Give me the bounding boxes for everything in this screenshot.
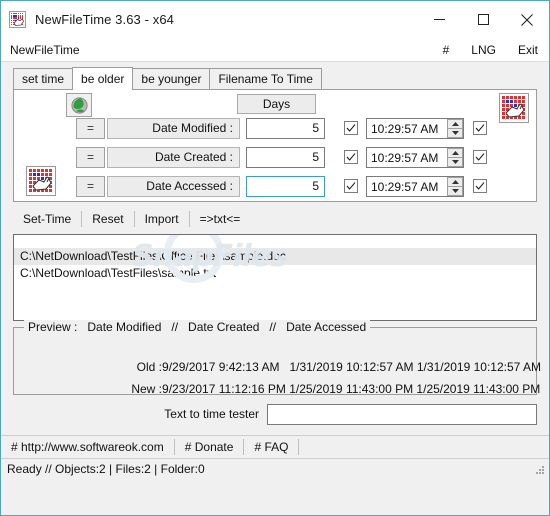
preview-new-row: New :9/23/2017 11:12:16 PM 1/25/2019 11:… [14, 368, 540, 410]
close-button[interactable] [505, 1, 549, 38]
menu-item-hash[interactable]: # [432, 38, 461, 62]
action-bar: Set-Time Reset Import =>txt<= [13, 207, 537, 231]
time-value-date-modified: 10:29:57 AM [371, 121, 439, 136]
tab-set-time[interactable]: set time [13, 68, 74, 89]
tab-be-older[interactable]: be older [72, 67, 134, 90]
days-input-date-created[interactable]: 5 [246, 147, 325, 168]
spinner-down-icon[interactable] [447, 157, 463, 167]
row-date-created: = Date Created : 5 10:29:57 AM [14, 147, 536, 169]
minimize-button[interactable] [417, 1, 461, 38]
row-date-accessed: = Date Accessed : 5 10:29:57 AM [14, 176, 536, 198]
menu-item-lng[interactable]: LNG [460, 38, 507, 62]
export-txt-button[interactable]: =>txt<= [190, 208, 251, 230]
time-spinner-date-accessed[interactable] [447, 177, 463, 196]
spinner-down-icon[interactable] [447, 128, 463, 138]
label-date-created: Date Created : [107, 147, 240, 168]
preview-new-values: 9/23/2017 11:12:16 PM 1/25/2019 11:43:00… [162, 382, 541, 396]
spinner-up-icon[interactable] [447, 177, 463, 186]
app-icon [9, 11, 26, 28]
spinner-down-icon[interactable] [447, 186, 463, 196]
preview-group: Preview : Date Modified // Date Created … [13, 320, 541, 396]
window-controls [417, 1, 549, 38]
tab-filename-to-time[interactable]: Filename To Time [209, 68, 322, 89]
time-checkbox-date-modified[interactable] [473, 121, 487, 135]
website-link[interactable]: # http://www.softwareok.com [1, 437, 174, 458]
divider [298, 439, 300, 455]
file-list[interactable]: SnapFiles C:\NetDownload\TestFiles\Offic… [13, 234, 537, 321]
spinner-up-icon[interactable] [447, 119, 463, 128]
window-title: NewFileTime 3.63 - x64 [35, 12, 174, 27]
label-date-modified: Date Modified : [107, 118, 240, 139]
time-checkbox-date-accessed[interactable] [473, 179, 487, 193]
reset-button[interactable]: Reset [82, 208, 133, 230]
list-item[interactable]: C:\NetDownload\TestFiles\sample.txt [14, 265, 536, 282]
time-value-date-created: 10:29:57 AM [371, 150, 439, 165]
days-input-date-modified[interactable]: 5 [246, 118, 325, 139]
set-time-button[interactable]: Set-Time [13, 208, 81, 230]
days-input-date-accessed[interactable]: 5 [246, 176, 325, 197]
tab-be-younger[interactable]: be younger [132, 68, 211, 89]
be-older-panel: Days = Date Modified : 5 10:29:57 AM = D… [13, 89, 537, 202]
maximize-button[interactable] [461, 1, 505, 38]
days-checkbox-date-accessed[interactable] [344, 179, 358, 193]
time-input-date-accessed[interactable]: 10:29:57 AM [366, 176, 464, 197]
label-date-accessed: Date Accessed : [107, 176, 240, 197]
time-input-date-created[interactable]: 10:29:57 AM [366, 147, 464, 168]
preview-new-label: New : [131, 382, 163, 396]
globe-icon[interactable] [66, 93, 92, 117]
resize-grip-icon[interactable] [534, 464, 546, 476]
import-button[interactable]: Import [135, 208, 189, 230]
time-spinner-date-modified[interactable] [447, 119, 463, 138]
row-date-modified: = Date Modified : 5 10:29:57 AM [14, 118, 536, 140]
menu-item-exit[interactable]: Exit [507, 38, 549, 62]
days-column-header: Days [237, 94, 316, 114]
menu-bar: NewFileTime # LNG Exit [1, 38, 549, 62]
menu-right-group: # LNG Exit [432, 38, 549, 62]
status-text: Ready // Objects:2 | Files:2 | Folder:0 [7, 461, 205, 476]
operator-button-date-modified[interactable]: = [76, 118, 105, 139]
app-window: NewFileTime 3.63 - x64 NewFileTime # LNG… [0, 0, 550, 516]
time-checkbox-date-created[interactable] [473, 150, 487, 164]
preview-legend: Preview : Date Modified // Date Created … [24, 320, 371, 334]
operator-button-date-created[interactable]: = [76, 147, 105, 168]
days-checkbox-date-created[interactable] [344, 150, 358, 164]
spinner-up-icon[interactable] [447, 148, 463, 157]
time-input-date-modified[interactable]: 10:29:57 AM [366, 118, 464, 139]
days-checkbox-date-modified[interactable] [344, 121, 358, 135]
time-spinner-date-created[interactable] [447, 148, 463, 167]
list-item[interactable]: C:\NetDownload\TestFiles\Office Files\sa… [14, 248, 536, 265]
link-bar: # http://www.softwareok.com # Donate # F… [1, 435, 549, 458]
tab-strip: set time be older be younger Filename To… [1, 67, 549, 90]
faq-link[interactable]: # FAQ [244, 437, 298, 458]
status-bar: Ready // Objects:2 | Files:2 | Folder:0 [1, 458, 549, 478]
donate-link[interactable]: # Donate [175, 437, 244, 458]
menu-app-name[interactable]: NewFileTime [10, 43, 80, 57]
title-bar: NewFileTime 3.63 - x64 [1, 1, 549, 38]
operator-button-date-accessed[interactable]: = [76, 176, 105, 197]
time-value-date-accessed: 10:29:57 AM [371, 179, 439, 194]
